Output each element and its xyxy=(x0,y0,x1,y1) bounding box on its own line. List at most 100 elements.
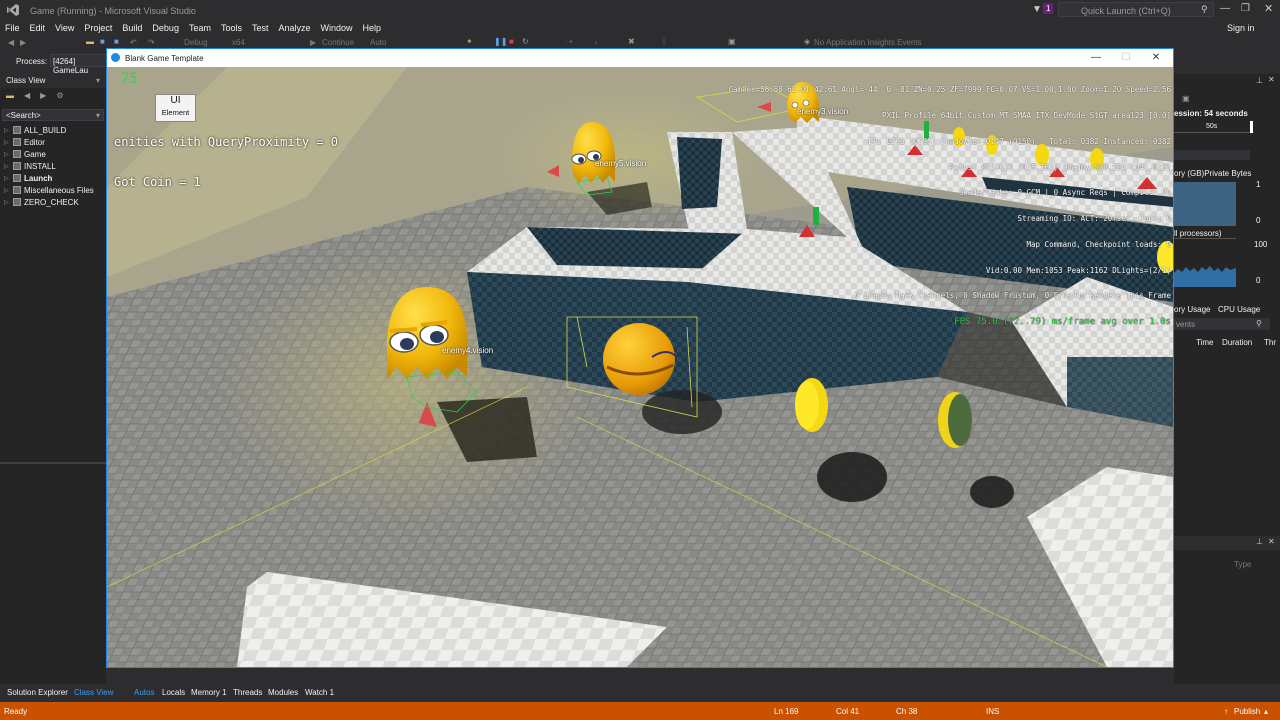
forward-icon[interactable]: ▶ xyxy=(20,38,26,47)
config-select[interactable]: Debug xyxy=(184,38,208,47)
menu-team[interactable]: Team xyxy=(184,20,216,33)
process-select[interactable]: [4264] GameLau xyxy=(50,54,110,75)
filter-icon[interactable]: ▼ xyxy=(1032,4,1042,15)
menu-view[interactable]: View xyxy=(50,20,79,33)
expand-icon[interactable]: ▷ xyxy=(4,187,10,194)
menu-analyze[interactable]: Analyze xyxy=(274,20,316,33)
events-search-input[interactable]: vents ⚲ xyxy=(1174,318,1270,330)
publish-button[interactable]: Publish xyxy=(1234,707,1260,716)
play-icon[interactable]: ▶ xyxy=(310,38,316,47)
expand-icon[interactable]: ▷ xyxy=(4,139,10,146)
tab-class-view[interactable]: Class View xyxy=(74,688,113,697)
query-proximity-text: enities with QueryProximity = 0 xyxy=(114,135,338,149)
hot-reload-icon[interactable]: ✦ xyxy=(466,37,473,46)
panel-close-icon[interactable]: ✕ xyxy=(1268,537,1275,546)
restore-button[interactable]: ❐ xyxy=(1241,3,1250,14)
menu-help[interactable]: Help xyxy=(358,20,387,33)
enemy4-ghost[interactable] xyxy=(387,287,467,379)
open-folder-icon[interactable]: ▬ xyxy=(86,37,94,46)
game-window-title: Blank Game Template xyxy=(125,54,204,63)
save-icon[interactable]: ■ xyxy=(100,37,105,46)
minimize-button[interactable]: — xyxy=(1220,3,1230,14)
expand-icon[interactable]: ▷ xyxy=(4,127,10,134)
hex-icon[interactable]: ⋮ xyxy=(660,37,668,46)
tab-autos[interactable]: Autos xyxy=(134,688,154,697)
select-tools-icon[interactable]: ▣ xyxy=(1182,94,1190,103)
expand-icon[interactable]: ▷ xyxy=(4,199,10,206)
menu-test[interactable]: Test xyxy=(247,20,274,33)
stop-icon[interactable]: ■ xyxy=(509,37,514,46)
chevron-down-icon[interactable]: ▾ xyxy=(96,111,100,120)
menu-build[interactable]: Build xyxy=(117,20,147,33)
publish-up-icon[interactable]: ↑ xyxy=(1224,707,1228,716)
pin-icon[interactable]: ⊥ xyxy=(1256,537,1263,546)
tab-solution-explorer[interactable]: Solution Explorer xyxy=(7,688,68,697)
project-icon xyxy=(13,150,21,158)
col-thread[interactable]: Thr xyxy=(1264,338,1276,347)
close-button[interactable]: ✕ xyxy=(1264,2,1273,15)
forward-icon[interactable]: ▶ xyxy=(40,91,46,103)
ui-element-button[interactable]: UI Element xyxy=(155,94,196,122)
menu-project[interactable]: Project xyxy=(79,20,117,33)
game-maximize-button[interactable]: ☐ xyxy=(1117,49,1135,67)
panel-divider[interactable] xyxy=(0,462,106,464)
tab-memory-1[interactable]: Memory 1 xyxy=(191,688,227,697)
platform-select[interactable]: x64 xyxy=(232,38,245,47)
timeline-ruler[interactable]: 50s xyxy=(1174,121,1254,133)
auto-select[interactable]: Auto xyxy=(370,38,386,47)
game-viewport[interactable]: 75 UI Element enities with QueryProximit… xyxy=(107,67,1173,667)
expand-icon[interactable]: ▷ xyxy=(4,151,10,158)
game-minimize-button[interactable]: — xyxy=(1087,49,1105,67)
coin[interactable] xyxy=(795,378,828,432)
menu-file[interactable]: File xyxy=(0,20,25,33)
back-icon[interactable]: ◀ xyxy=(8,38,14,47)
menu-window[interactable]: Window xyxy=(316,20,358,33)
restart-icon[interactable]: ↻ xyxy=(522,37,529,46)
col-time[interactable]: Time xyxy=(1196,338,1213,347)
timeline-cursor[interactable] xyxy=(1250,121,1253,133)
panel-close-icon[interactable]: ✕ xyxy=(1268,75,1275,84)
sign-in-link[interactable]: Sign in xyxy=(1222,20,1260,33)
tab-memory-usage[interactable]: ory Usage xyxy=(1174,305,1210,314)
tree-item-install[interactable]: ▷ INSTALL xyxy=(0,160,106,172)
settings-gear-icon[interactable]: ⚙ xyxy=(56,91,63,103)
dropdown-icon[interactable]: ▾ xyxy=(96,76,100,85)
tab-modules[interactable]: Modules xyxy=(268,688,298,697)
col-type[interactable]: Type xyxy=(1234,560,1251,569)
folder-icon[interactable]: ▬ xyxy=(6,91,14,103)
tree-item-misc-files[interactable]: ▷ Miscellaneous Files xyxy=(0,184,106,196)
pause-icon[interactable]: ❚❚ xyxy=(494,37,507,46)
layout-icon[interactable]: ▣ xyxy=(728,37,736,46)
tree-item-game[interactable]: ▷ Game xyxy=(0,148,106,160)
publish-dropdown-icon[interactable]: ▴ xyxy=(1264,707,1268,716)
tab-watch-1[interactable]: Watch 1 xyxy=(305,688,334,697)
tree-item-editor[interactable]: ▷ Editor xyxy=(0,136,106,148)
pin-icon[interactable]: ⊥ xyxy=(1256,76,1263,85)
col-duration[interactable]: Duration xyxy=(1222,338,1252,347)
menu-edit[interactable]: Edit xyxy=(25,20,51,33)
expand-icon[interactable]: ▷ xyxy=(4,163,10,170)
tree-item-zero-check[interactable]: ▷ ZERO_CHECK xyxy=(0,196,106,208)
quick-launch-input[interactable]: Quick Launch (Ctrl+Q) ⚲ xyxy=(1058,2,1214,17)
coin[interactable] xyxy=(938,392,972,448)
undo-icon[interactable]: ↶ xyxy=(130,38,137,47)
tree-item-launch[interactable]: ▷ Launch xyxy=(0,172,106,184)
notification-badge[interactable]: 1 xyxy=(1043,3,1054,14)
class-view-search-input[interactable]: <Search> ▾ xyxy=(2,109,104,121)
game-close-button[interactable]: ✕ xyxy=(1147,49,1165,67)
step-icon[interactable]: ➝ xyxy=(566,37,573,46)
continue-button[interactable]: Continue xyxy=(322,38,354,47)
tab-cpu-usage[interactable]: CPU Usage xyxy=(1218,305,1260,314)
menu-debug[interactable]: Debug xyxy=(147,20,184,33)
tree-item-all-build[interactable]: ▷ ALL_BUILD xyxy=(0,124,106,136)
expand-icon[interactable]: ▷ xyxy=(4,175,10,182)
back-icon[interactable]: ◀ xyxy=(24,91,30,103)
tab-threads[interactable]: Threads xyxy=(233,688,262,697)
tab-locals[interactable]: Locals xyxy=(162,688,185,697)
save-all-icon[interactable]: ■ xyxy=(114,37,119,46)
insights-status[interactable]: No Application Insights Events xyxy=(814,38,922,47)
menu-tools[interactable]: Tools xyxy=(216,20,247,33)
breakpoint-icon[interactable]: ✖ xyxy=(628,37,635,46)
step-into-icon[interactable]: ↓ xyxy=(594,37,598,46)
redo-icon[interactable]: ↷ xyxy=(148,38,155,47)
